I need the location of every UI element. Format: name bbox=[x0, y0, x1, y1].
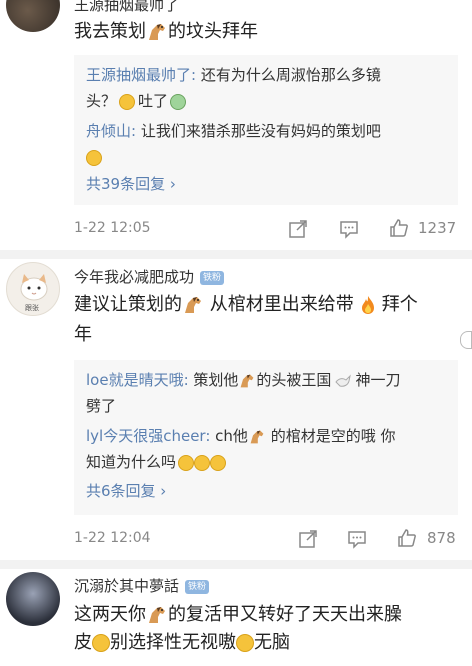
avatar[interactable] bbox=[6, 572, 60, 626]
face-emoji bbox=[170, 93, 187, 110]
face-emoji bbox=[178, 454, 195, 471]
like-icon[interactable] bbox=[397, 528, 417, 548]
fire-emoji bbox=[361, 296, 374, 314]
comment-icon[interactable] bbox=[347, 529, 367, 549]
fan-badge: 铁粉 bbox=[200, 270, 225, 285]
reply-box: loe就是晴天哦: 策划他 的头被王国 神一刀 劈了 lyl今天很强cheer: c… bbox=[74, 360, 458, 515]
comment-time: 1-22 12:04 bbox=[74, 530, 151, 546]
comment-username[interactable]: 今年我必减肥成功 铁粉 bbox=[74, 266, 225, 287]
horse-emoji bbox=[250, 430, 264, 443]
avatar[interactable] bbox=[6, 0, 60, 32]
reply-line: 头？ 吐了 bbox=[86, 89, 187, 113]
comment-text: 这两天你 的复活甲又转好了天天出来臊 bbox=[74, 604, 402, 625]
reply-line: 知道为什么吗 bbox=[86, 450, 227, 474]
share-icon[interactable] bbox=[288, 219, 308, 239]
dove-emoji bbox=[335, 373, 352, 387]
comment-text: 建议让策划的 从棺材里出来给带 拜个 bbox=[74, 294, 418, 315]
reply-line: loe就是晴天哦: 策划他 的头被王国 神一刀 bbox=[86, 371, 401, 389]
reply-line: lyl今天很强cheer: ch他 的棺材是空的哦 你 bbox=[86, 427, 396, 445]
avatar[interactable]: 跟张 bbox=[6, 262, 60, 316]
face-emoji bbox=[86, 149, 102, 166]
reply-line: 王源抽烟最帅了: 还有为什么周淑怡那么多镜 bbox=[86, 66, 381, 84]
face-emoji bbox=[236, 634, 254, 652]
comment-time: 1-22 12:05 bbox=[74, 220, 151, 236]
like-icon[interactable] bbox=[389, 218, 409, 238]
more-replies-link[interactable]: 共39条回复 › bbox=[86, 173, 176, 194]
scrollbar-handle[interactable] bbox=[460, 331, 472, 349]
divider bbox=[0, 250, 472, 259]
horse-emoji bbox=[149, 607, 165, 623]
reply-box: 王源抽烟最帅了: 还有为什么周淑怡那么多镜 头？ 吐了 舟倾山: 让我们来猎杀那些… bbox=[74, 55, 458, 205]
comment-text: 我去策划 的坟头拜年 bbox=[74, 21, 258, 42]
reply-username[interactable]: 舟倾山: bbox=[86, 122, 136, 140]
horse-emoji bbox=[149, 24, 165, 40]
comment-username[interactable]: 王源抽烟最帅了 bbox=[74, 0, 179, 15]
horse-emoji bbox=[241, 374, 254, 387]
comment-text: 年 bbox=[74, 324, 92, 345]
fan-badge: 铁粉 bbox=[185, 579, 210, 594]
reply-username[interactable]: lyl今天很强cheer: bbox=[86, 427, 210, 445]
comment-icon[interactable] bbox=[339, 219, 359, 239]
divider bbox=[0, 560, 472, 569]
like-count: 878 bbox=[427, 529, 456, 547]
comment-username[interactable]: 沉溺於其中夢話 铁粉 bbox=[74, 575, 210, 596]
comment-text: 皮别选择性无视嗷 无脑 bbox=[74, 632, 290, 653]
face-emoji bbox=[194, 454, 211, 471]
reply-username[interactable]: loe就是晴天哦: bbox=[86, 371, 189, 389]
reply-line bbox=[86, 145, 102, 169]
more-replies-link[interactable]: 共6条回复 › bbox=[86, 480, 166, 501]
face-emoji bbox=[210, 454, 227, 471]
share-icon[interactable] bbox=[298, 529, 318, 549]
reply-line: 舟倾山: 让我们来猎杀那些没有妈妈的策划吧 bbox=[86, 122, 381, 140]
like-count: 1237 bbox=[418, 219, 457, 237]
face-emoji bbox=[119, 93, 136, 110]
reply-line: 劈了 bbox=[86, 397, 117, 415]
avatar-text: 跟张 bbox=[25, 304, 39, 312]
face-emoji bbox=[92, 634, 110, 652]
horse-emoji bbox=[185, 297, 201, 313]
reply-username[interactable]: 王源抽烟最帅了: bbox=[86, 66, 196, 84]
